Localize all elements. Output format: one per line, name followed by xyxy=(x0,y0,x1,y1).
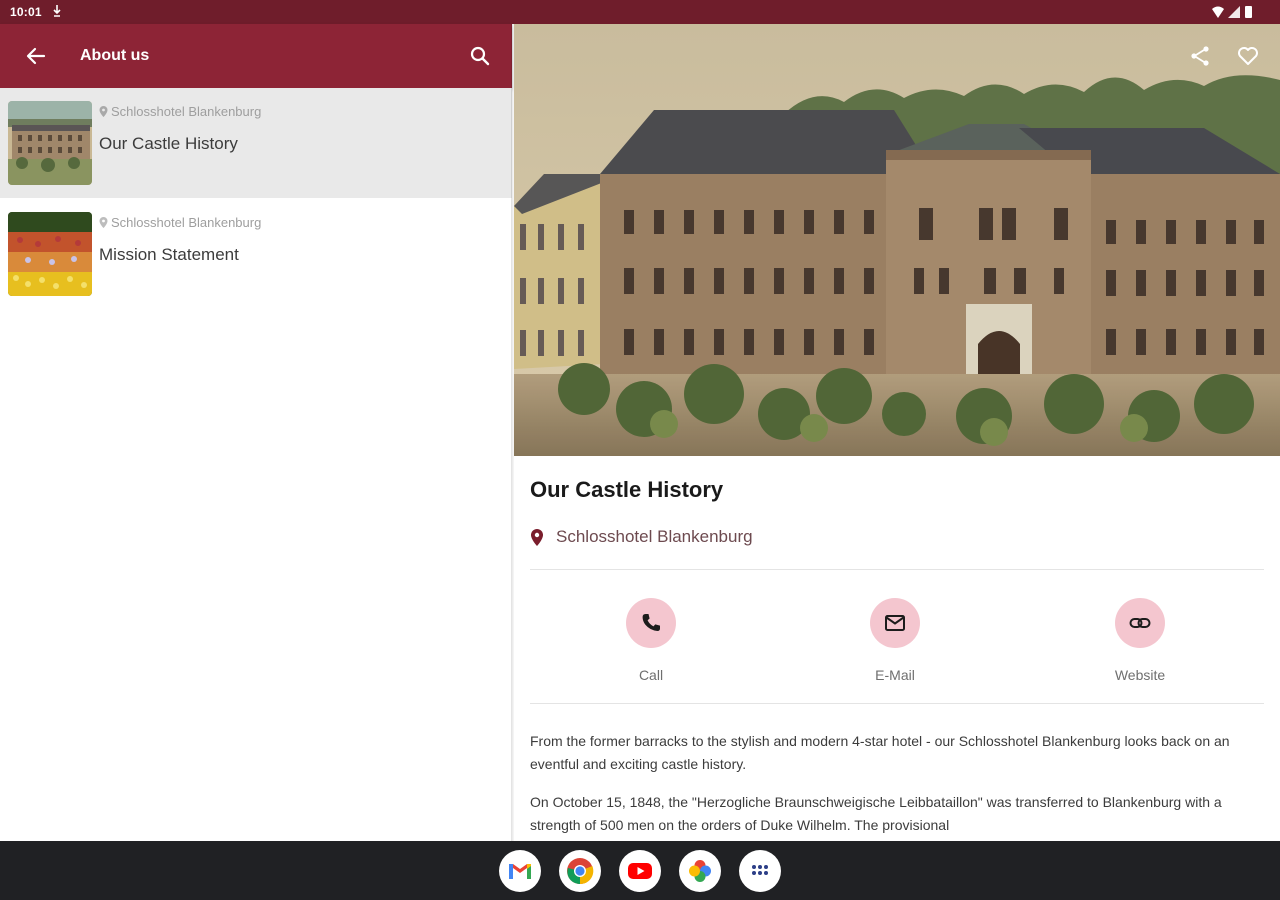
list-item-title: Mission Statement xyxy=(99,245,239,264)
mail-icon xyxy=(885,615,905,631)
status-bar: 10:01 xyxy=(0,0,1280,24)
divider xyxy=(530,703,1264,704)
website-label: Website xyxy=(1114,667,1166,683)
castle-thumbnail xyxy=(8,101,92,185)
list-item[interactable]: Schlosshotel Blankenburg Mission Stateme… xyxy=(0,199,512,309)
app-bar: About us xyxy=(0,24,512,88)
website-button[interactable]: Website xyxy=(1080,598,1200,683)
list-item-location-text: Schlosshotel Blankenburg xyxy=(111,104,262,119)
list-item-title: Our Castle History xyxy=(99,134,238,153)
description: From the former barracks to the stylish … xyxy=(530,730,1264,841)
call-label: Call xyxy=(638,667,664,683)
detail-location[interactable]: Schlosshotel Blankenburg xyxy=(530,527,753,547)
status-time: 10:01 xyxy=(10,5,42,19)
location-pin-icon xyxy=(99,217,108,228)
signal-icon xyxy=(1228,6,1240,18)
link-icon xyxy=(1129,618,1151,628)
download-icon xyxy=(53,5,61,17)
email-button[interactable]: E-Mail xyxy=(835,598,955,683)
battery-icon xyxy=(1245,6,1252,18)
share-icon[interactable] xyxy=(1188,44,1212,68)
list-pane: About us Schlosshotel Blankenburg Our Ca… xyxy=(0,24,512,841)
description-paragraph: From the former barracks to the stylish … xyxy=(530,733,1230,772)
garden-thumbnail xyxy=(8,212,92,296)
call-circle[interactable] xyxy=(626,598,676,648)
youtube-icon[interactable] xyxy=(619,850,661,892)
list-item-location: Schlosshotel Blankenburg xyxy=(99,215,261,230)
gmail-icon[interactable] xyxy=(499,850,541,892)
location-pin-icon xyxy=(531,528,543,546)
hero-image xyxy=(514,24,1280,456)
taskbar xyxy=(0,841,1280,900)
app-bar-title: About us xyxy=(80,47,150,64)
call-button[interactable]: Call xyxy=(591,598,711,683)
description-paragraph: On October 15, 1848, the "Herzogliche Br… xyxy=(530,794,1222,833)
heart-icon[interactable] xyxy=(1236,44,1260,68)
detail-location-text: Schlosshotel Blankenburg xyxy=(556,527,753,546)
system-status-icons xyxy=(1212,6,1252,18)
email-circle[interactable] xyxy=(870,598,920,648)
arrow-back-icon[interactable] xyxy=(24,44,48,68)
list-item-location: Schlosshotel Blankenburg xyxy=(99,104,261,119)
phone-icon xyxy=(642,614,660,631)
apps-icon[interactable] xyxy=(739,850,781,892)
location-pin-icon xyxy=(99,106,108,117)
search-icon[interactable] xyxy=(468,44,492,68)
list-item[interactable]: Schlosshotel Blankenburg Our Castle Hist… xyxy=(0,88,512,198)
detail-pane: Our Castle History Schlosshotel Blankenb… xyxy=(514,24,1280,841)
wifi-icon xyxy=(1212,6,1224,18)
chrome-icon[interactable] xyxy=(559,850,601,892)
detail-title: Our Castle History xyxy=(530,477,724,502)
divider xyxy=(530,569,1264,570)
photos-icon[interactable] xyxy=(679,850,721,892)
website-circle[interactable] xyxy=(1115,598,1165,648)
list-item-location-text: Schlosshotel Blankenburg xyxy=(111,215,262,230)
email-label: E-Mail xyxy=(875,667,915,683)
